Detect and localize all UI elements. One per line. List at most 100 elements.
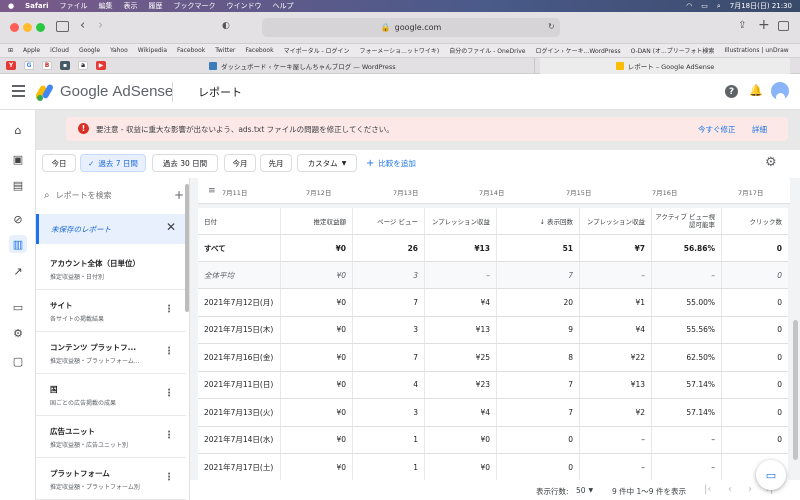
wifi-icon[interactable]: ◠ [686, 2, 692, 10]
more-options-icon[interactable]: ⋮ [164, 388, 174, 399]
menu-window[interactable]: ウインドウ [227, 1, 262, 11]
tab-overview-icon[interactable] [778, 21, 789, 31]
column-header[interactable]: アクティブ ビュー視認可能率 [652, 208, 722, 234]
favorite-link[interactable]: フォーメーショ...ットワイキ) [360, 46, 440, 55]
add-comparison-button[interactable]: + 比較を追加 [366, 158, 416, 169]
report-item[interactable]: アカウント全体（日単位） 推定収益額・日付別 [36, 248, 186, 290]
address-bar[interactable]: 🔒 google.com [262, 18, 560, 37]
details-link[interactable]: 詳細 [752, 124, 767, 135]
tab-adsense[interactable]: レポート – Google AdSense [540, 58, 790, 74]
panel-scrollbar[interactable] [185, 184, 189, 312]
prev-page-icon[interactable]: ‹ [728, 484, 732, 495]
hamburger-menu-icon[interactable] [12, 85, 25, 97]
favorite-link[interactable]: Twitter [215, 47, 235, 54]
youtube-fav-icon[interactable]: ▶ [96, 61, 106, 70]
report-item[interactable]: 広告ユニット 推定収益額・広告ユニット別 ⋮ [36, 416, 186, 458]
feedback-chat-button[interactable]: ▭ [756, 460, 786, 490]
sites-icon[interactable]: ▣ [9, 150, 27, 168]
new-tab-icon[interactable]: + [758, 17, 770, 33]
report-item[interactable]: サイト 各サイトの掲載結果 ⋮ [36, 290, 186, 332]
more-options-icon[interactable]: ⋮ [164, 430, 174, 441]
report-search-input[interactable] [55, 190, 156, 200]
report-settings-gear-icon[interactable]: ⚙ [765, 155, 777, 170]
favorite-link[interactable]: Google [79, 47, 100, 54]
more-options-icon[interactable]: ⋮ [164, 472, 174, 483]
close-icon[interactable]: ✕ [166, 220, 176, 234]
grid-icon[interactable]: ⊞ [8, 47, 13, 54]
apple-icon[interactable]: ● [8, 2, 14, 10]
back-icon[interactable]: ‹ [80, 18, 85, 33]
notifications-bell-icon[interactable]: 🔔 [749, 84, 763, 97]
chip-last-month[interactable]: 先月 [260, 154, 292, 172]
report-search[interactable]: ⌕ + [44, 188, 184, 202]
column-header[interactable]: ↓ 表示回数 [497, 208, 580, 234]
column-header[interactable]: 推定収益額 [281, 208, 353, 234]
menu-view[interactable]: 表示 [124, 1, 138, 11]
optimization-icon[interactable]: ↗ [9, 262, 27, 280]
forward-icon[interactable]: › [98, 18, 103, 33]
unsaved-report[interactable]: 未保存のレポート ✕ [36, 214, 186, 244]
favorite-link[interactable]: Wikipedia [138, 47, 167, 54]
fix-now-link[interactable]: 今すぐ修正 [698, 124, 736, 135]
amazon-fav-icon[interactable]: a [78, 61, 88, 70]
chip-last-7-days[interactable]: ✓ 過去 7 日間 [80, 154, 146, 172]
content-scrollbar[interactable] [793, 320, 798, 460]
report-item[interactable]: プラットフォーム 推定収益額・プラットフォーム別 ⋮ [36, 458, 186, 500]
favorite-link[interactable]: ログイン › ケーキ...WordPress [535, 46, 620, 55]
blog-fav-icon[interactable]: B [42, 61, 52, 70]
column-header[interactable]: ンプレッション収益 [580, 208, 652, 234]
privacy-shield-icon[interactable]: ◐ [222, 21, 230, 31]
favorite-link[interactable]: Facebook [177, 47, 205, 54]
google-fav-icon[interactable]: G [24, 61, 34, 70]
tab-wordpress[interactable]: ダッシュボード ‹ ケーキ屋しんちゃんブログ — WordPress [205, 58, 535, 74]
clock[interactable]: 7月18日(日) 21:30 [730, 1, 792, 11]
favorite-link[interactable]: Illustrations | unDraw [724, 47, 788, 54]
favorite-link[interactable]: 自分のファイル - OneDrive [449, 46, 525, 55]
help-icon[interactable]: ? [725, 85, 738, 98]
column-header[interactable]: 日付 [198, 208, 281, 234]
menu-file[interactable]: ファイル [60, 1, 88, 11]
more-options-icon[interactable]: ⋮ [164, 304, 174, 315]
share-icon[interactable]: ⇪ [738, 20, 746, 31]
blocking-controls-icon[interactable]: ⊘ [9, 210, 27, 228]
close-window-button[interactable] [10, 23, 19, 32]
product-logo[interactable]: Google AdSense [60, 83, 173, 100]
zoom-window-button[interactable] [36, 23, 45, 32]
favorite-link[interactable]: Yahoo [110, 47, 128, 54]
reload-icon[interactable]: ↻ [548, 22, 555, 31]
avatar[interactable] [771, 82, 789, 100]
column-header[interactable]: ページ ビュー [353, 208, 425, 234]
reports-icon[interactable]: ▥ [9, 235, 27, 253]
next-page-icon[interactable]: › [748, 484, 752, 495]
battery-icon[interactable]: ▭ [701, 2, 708, 10]
column-header[interactable]: ンプレッション収益 [425, 208, 497, 234]
report-item[interactable]: 国 国ごとの広告掲載の成果 ⋮ [36, 374, 186, 416]
settings-icon[interactable]: ⚙ [9, 324, 27, 342]
ads-icon[interactable]: ▤ [9, 176, 27, 194]
favorite-link[interactable]: Apple [23, 47, 40, 54]
minimize-window-button[interactable] [23, 23, 32, 32]
feedback-icon[interactable]: ▢ [9, 352, 27, 370]
menu-edit[interactable]: 編集 [99, 1, 113, 11]
chart-toggle-icon[interactable]: ≡ [208, 186, 216, 196]
favorite-link[interactable]: マイポータル - ログイン [284, 46, 350, 55]
yahoo-fav-icon[interactable]: Y [6, 61, 16, 70]
favorite-link[interactable]: O-DAN (オ...プリーフォト検索 [631, 46, 715, 55]
favorite-link[interactable]: Facebook [245, 47, 273, 54]
chip-today[interactable]: 今日 [42, 154, 76, 172]
first-page-icon[interactable]: |‹ [704, 484, 711, 495]
payments-icon[interactable]: ▭ [9, 298, 27, 316]
add-report-plus-icon[interactable]: + [174, 188, 184, 202]
menu-help[interactable]: ヘルプ [273, 1, 294, 11]
favorite-link[interactable]: iCloud [50, 47, 69, 54]
search-icon[interactable]: ⌕ [717, 2, 721, 11]
site-fav-icon[interactable]: ▪ [60, 61, 70, 70]
chip-this-month[interactable]: 今月 [224, 154, 256, 172]
menu-bookmarks[interactable]: ブックマーク [174, 1, 216, 11]
home-icon[interactable]: ⌂ [9, 121, 27, 139]
report-item[interactable]: コンテンツ プラットフ... 推定収益額・プラットフォーム... ⋮ [36, 332, 186, 374]
more-options-icon[interactable]: ⋮ [164, 346, 174, 357]
menu-history[interactable]: 履歴 [149, 1, 163, 11]
chip-custom[interactable]: カスタム ▼ [297, 154, 357, 172]
sidebar-toggle-icon[interactable] [56, 21, 69, 32]
